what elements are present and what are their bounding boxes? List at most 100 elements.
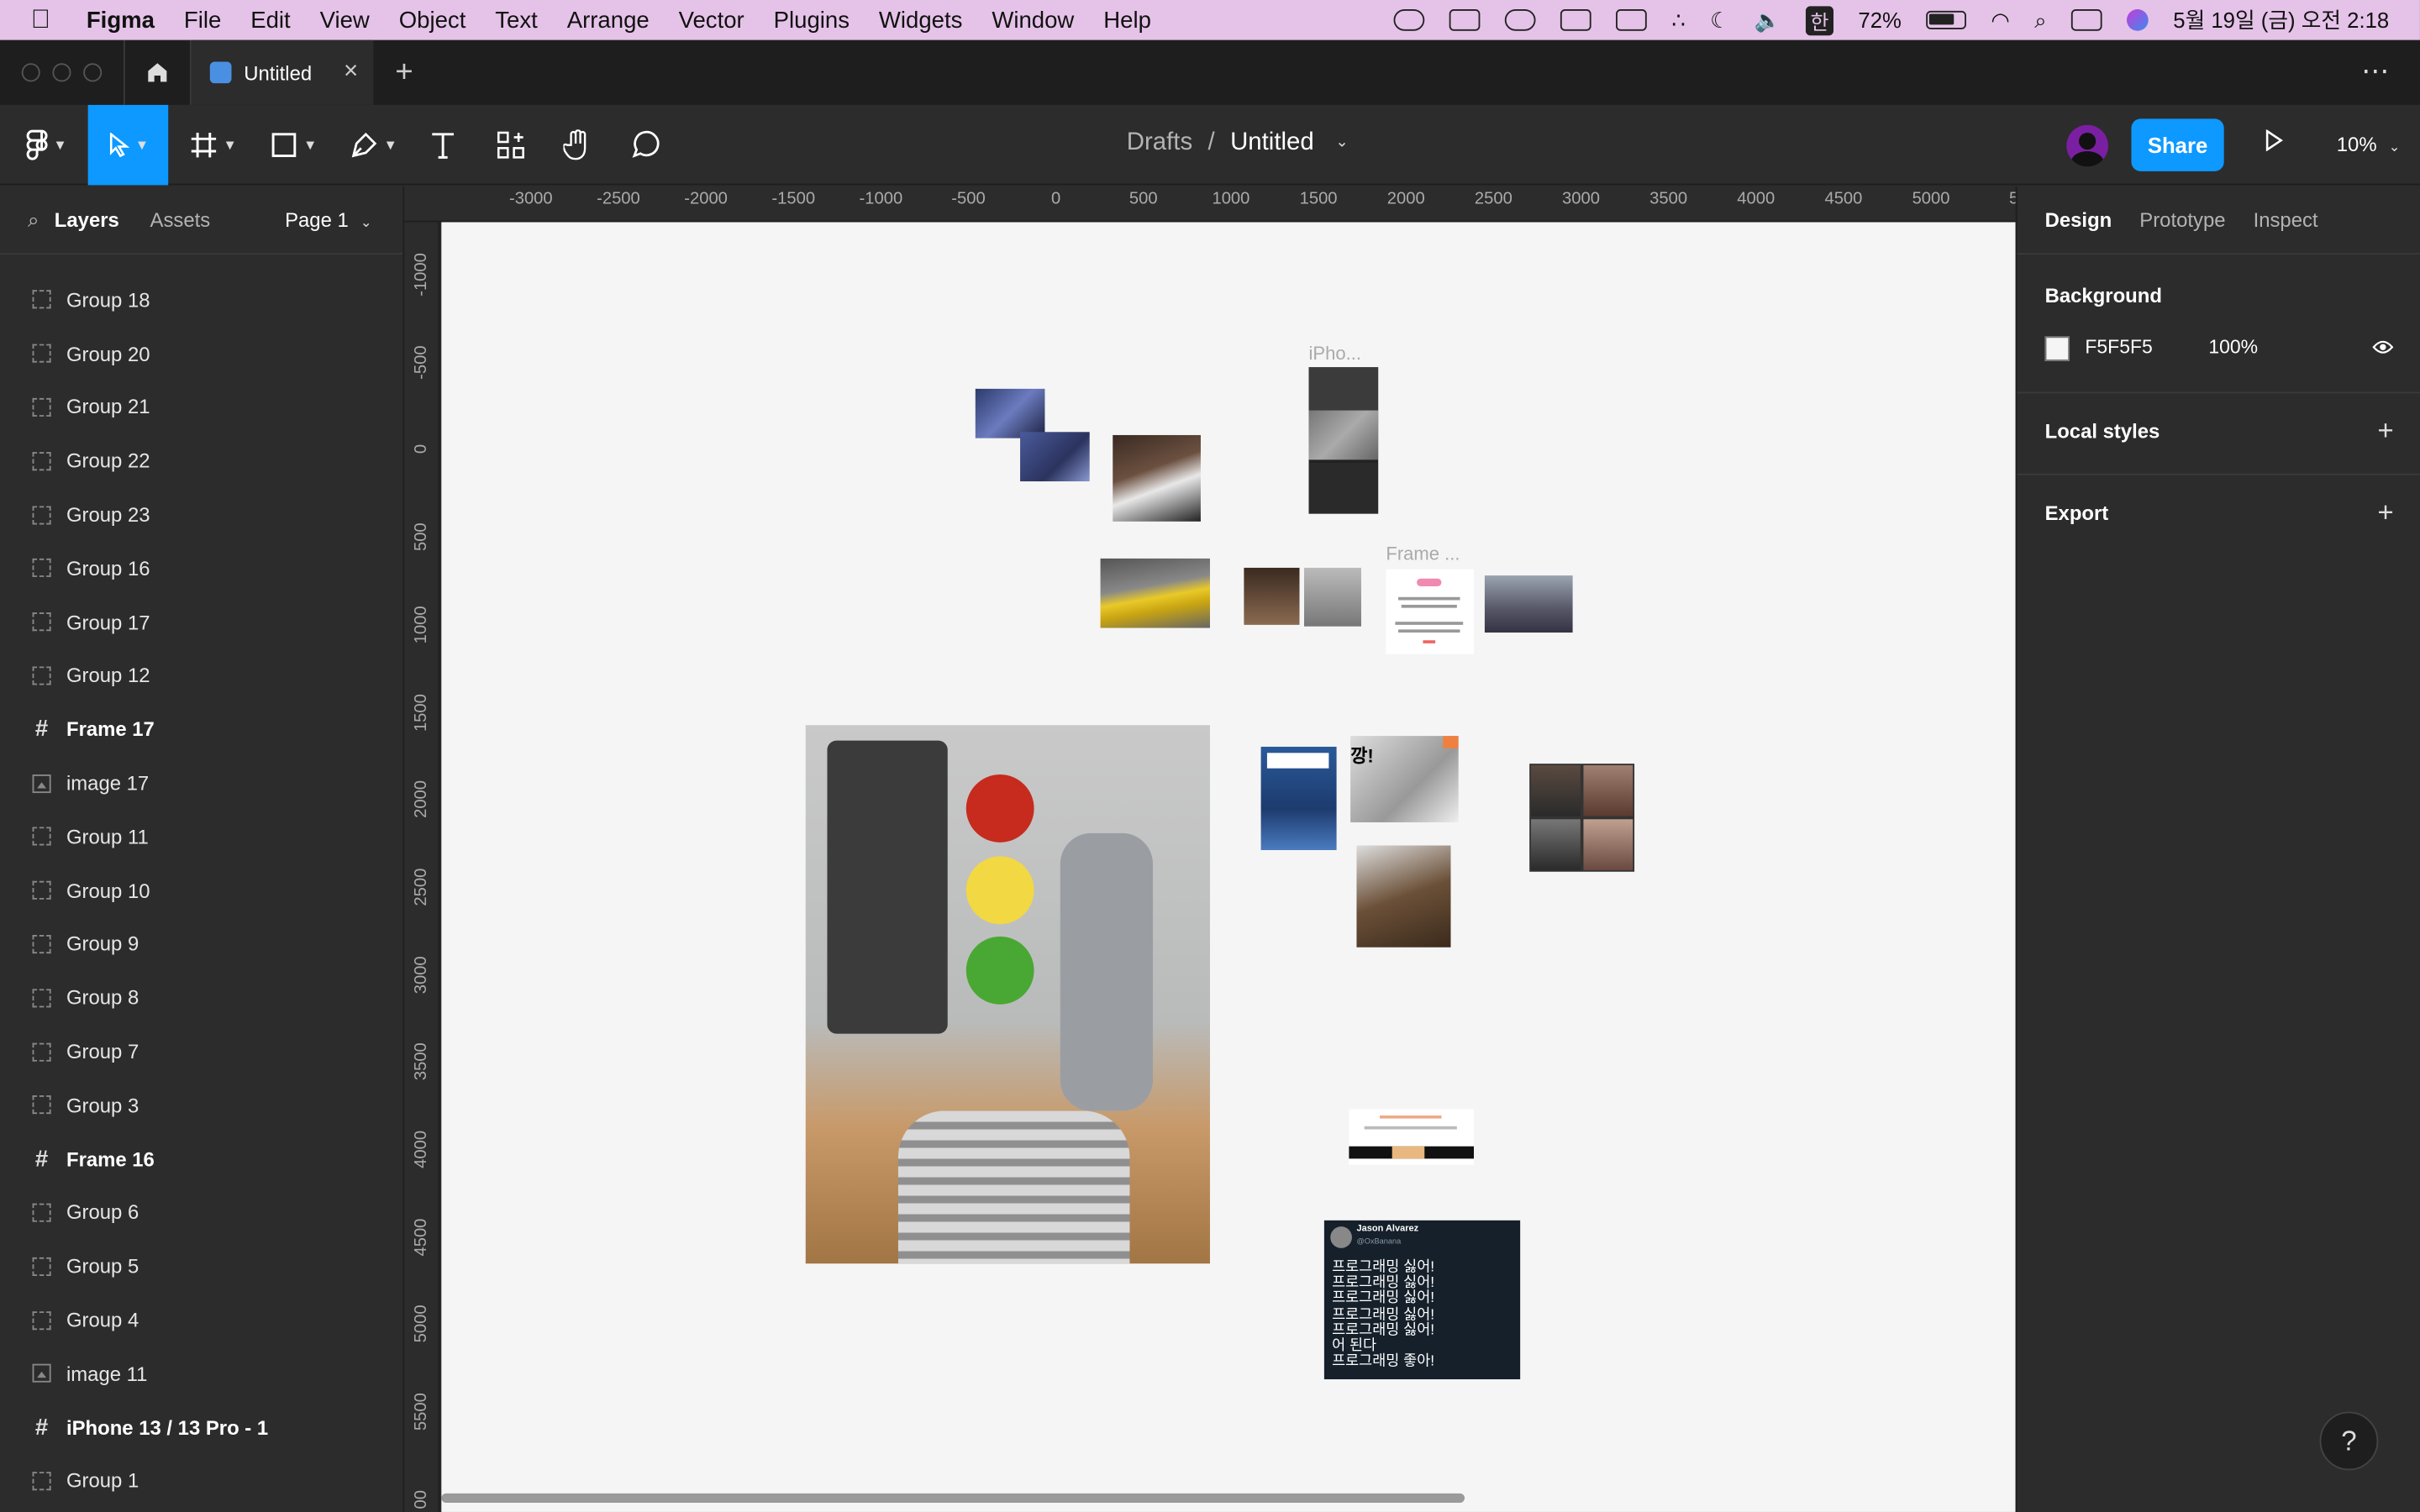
large-photo-frame[interactable] bbox=[805, 725, 1210, 1264]
image-thumbnail[interactable] bbox=[1260, 746, 1337, 851]
zoom-dropdown[interactable]: 10% ⌄ bbox=[2337, 133, 2401, 156]
layer-row[interactable]: # Frame 17 bbox=[0, 702, 402, 756]
image-thumbnail[interactable] bbox=[1020, 432, 1090, 482]
comment-tool[interactable] bbox=[622, 105, 668, 186]
add-export-icon[interactable]: + bbox=[2377, 496, 2393, 529]
layer-row[interactable]: Group 16 bbox=[0, 542, 402, 596]
menu-file[interactable]: File bbox=[184, 7, 221, 33]
user-avatar[interactable] bbox=[2066, 124, 2108, 167]
file-name-title[interactable]: Untitled bbox=[1230, 129, 1314, 157]
breadcrumb-drafts[interactable]: Drafts bbox=[1127, 129, 1192, 157]
layer-row[interactable]: Group 20 bbox=[0, 327, 402, 381]
image-thumbnail[interactable] bbox=[1113, 434, 1201, 522]
layer-row[interactable]: Group 12 bbox=[0, 648, 402, 702]
home-tab[interactable] bbox=[123, 39, 192, 105]
menu-help[interactable]: Help bbox=[1103, 7, 1151, 33]
layer-row[interactable]: Group 23 bbox=[0, 488, 402, 542]
layer-row[interactable]: Group 3 bbox=[0, 1079, 402, 1132]
apple-icon[interactable]:  bbox=[31, 5, 59, 36]
background-opacity-input[interactable]: 100% bbox=[2208, 336, 2258, 358]
dots-status-icon[interactable]: ∴ bbox=[1671, 7, 1685, 33]
layer-row[interactable]: Group 4 bbox=[0, 1293, 402, 1347]
layer-row[interactable]: Group 6 bbox=[0, 1186, 402, 1240]
window-zoom-button[interactable] bbox=[83, 63, 103, 82]
menu-window[interactable]: Window bbox=[992, 7, 1074, 33]
meme-thumbnail[interactable]: 깡! bbox=[1350, 736, 1459, 822]
pen-tool[interactable]: ▼ bbox=[343, 105, 404, 186]
hand-tool[interactable] bbox=[554, 105, 600, 186]
chevron-down-icon[interactable]: ⌄ bbox=[1335, 134, 1348, 158]
image-thumbnail[interactable] bbox=[975, 388, 1045, 438]
layer-row[interactable]: Group 18 bbox=[0, 273, 402, 327]
iphone-frame[interactable] bbox=[1308, 367, 1379, 514]
menu-arrange[interactable]: Arrange bbox=[567, 7, 650, 33]
eye-icon[interactable] bbox=[2372, 336, 2394, 360]
menu-object[interactable]: Object bbox=[399, 7, 466, 33]
background-color-swatch[interactable] bbox=[2044, 336, 2070, 361]
background-hex-input[interactable]: F5F5F5 bbox=[2085, 336, 2152, 358]
menu-app-name[interactable]: Figma bbox=[87, 7, 155, 33]
new-tab-button[interactable]: + bbox=[395, 55, 413, 90]
layer-row[interactable]: Group 1 bbox=[0, 1454, 402, 1508]
volume-icon[interactable]: 🔈 bbox=[1754, 7, 1781, 33]
moon-icon[interactable]: ☾ bbox=[1710, 7, 1729, 33]
wifi-icon[interactable]: ◠ bbox=[1991, 7, 2009, 33]
app-status-icon[interactable] bbox=[1616, 9, 1647, 31]
tab-layers[interactable]: Layers bbox=[55, 208, 119, 232]
web-card-thumbnail[interactable] bbox=[1349, 1109, 1475, 1165]
image-thumbnail[interactable] bbox=[1356, 845, 1451, 948]
display-icon[interactable] bbox=[1560, 9, 1591, 31]
clapper-icon[interactable] bbox=[1449, 9, 1481, 31]
menu-plugins[interactable]: Plugins bbox=[774, 7, 850, 33]
help-button[interactable]: ? bbox=[2319, 1411, 2379, 1471]
menu-vector[interactable]: Vector bbox=[679, 7, 744, 33]
layer-row[interactable]: Group 10 bbox=[0, 864, 402, 917]
layer-row[interactable]: Group 8 bbox=[0, 971, 402, 1025]
spotlight-search-icon[interactable]: ⌕ bbox=[2034, 7, 2046, 33]
add-style-icon[interactable]: + bbox=[2377, 415, 2393, 448]
layer-row[interactable]: Group 21 bbox=[0, 381, 402, 434]
menu-edit[interactable]: Edit bbox=[250, 7, 290, 33]
resources-tool[interactable] bbox=[487, 105, 534, 186]
design-canvas[interactable]: iPho... Frame ... 깡! Jason Alvarez @OxBa… bbox=[441, 222, 2016, 1512]
shape-tool[interactable]: ▼ bbox=[262, 105, 324, 186]
image-thumbnail[interactable] bbox=[1244, 567, 1300, 625]
chat-notification-icon[interactable] bbox=[1505, 9, 1536, 31]
frame-label-frame[interactable]: Frame ... bbox=[1386, 543, 1460, 565]
layer-row[interactable]: Group 11 bbox=[0, 810, 402, 864]
frame-label-iphone[interactable]: iPho... bbox=[1309, 343, 1362, 365]
image-thumbnail[interactable] bbox=[1100, 558, 1210, 628]
menu-widgets[interactable]: Widgets bbox=[879, 7, 963, 33]
creative-cloud-icon[interactable] bbox=[1393, 9, 1425, 31]
layer-row[interactable]: Group 5 bbox=[0, 1240, 402, 1294]
layer-row[interactable]: Group 9 bbox=[0, 917, 402, 971]
tab-inspect[interactable]: Inspect bbox=[2254, 208, 2318, 232]
frame-tool[interactable]: ▼ bbox=[182, 105, 244, 186]
tab-assets[interactable]: Assets bbox=[150, 208, 211, 232]
file-tab-untitled[interactable]: Untitled × bbox=[191, 39, 374, 105]
window-close-button[interactable] bbox=[21, 63, 40, 82]
image-thumbnail[interactable] bbox=[1484, 575, 1573, 633]
layer-row[interactable]: image 11 bbox=[0, 1347, 402, 1400]
share-button[interactable]: Share bbox=[2131, 118, 2224, 171]
menu-text[interactable]: Text bbox=[495, 7, 538, 33]
more-options-icon[interactable]: ⋯ bbox=[2361, 55, 2392, 88]
tab-design[interactable]: Design bbox=[2045, 208, 2112, 232]
layer-row[interactable]: image 17 bbox=[0, 756, 402, 810]
tweet-screenshot[interactable]: Jason Alvarez @OxBanana 프로그래밍 싫어! 프로그래밍 … bbox=[1323, 1220, 1521, 1380]
image-grid-thumbnail[interactable] bbox=[1529, 764, 1635, 872]
main-menu-button[interactable]: ▼ bbox=[15, 105, 76, 186]
present-play-icon[interactable] bbox=[2263, 129, 2285, 155]
horizontal-scrollbar[interactable] bbox=[441, 1493, 1465, 1503]
text-tool[interactable] bbox=[420, 105, 466, 186]
layer-row[interactable]: Group 7 bbox=[0, 1025, 402, 1079]
move-tool[interactable]: ▼ bbox=[87, 104, 169, 186]
layer-row[interactable]: # iPhone 13 / 13 Pro - 1 bbox=[0, 1400, 402, 1454]
menubar-clock[interactable]: 5월 19일 (금) 오전 2:18 bbox=[2173, 5, 2389, 36]
layer-row[interactable]: # Frame 16 bbox=[0, 1132, 402, 1186]
close-tab-icon[interactable]: × bbox=[344, 59, 358, 87]
search-icon[interactable]: ⌕ bbox=[28, 207, 39, 232]
layer-row[interactable]: Group 17 bbox=[0, 596, 402, 649]
input-language[interactable]: 한 bbox=[1806, 5, 1834, 35]
layer-row[interactable]: Group 22 bbox=[0, 434, 402, 488]
